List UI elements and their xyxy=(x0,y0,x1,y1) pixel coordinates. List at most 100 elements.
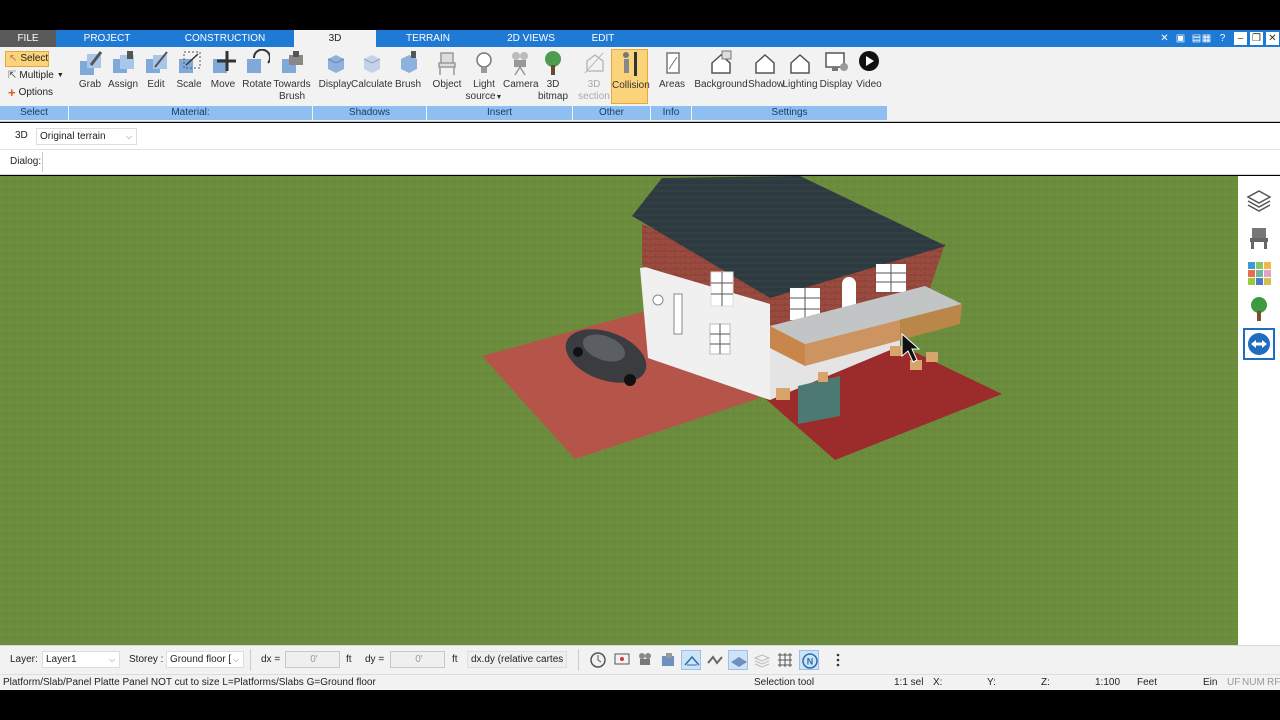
roof-icon[interactable] xyxy=(681,650,701,670)
objects-icon[interactable] xyxy=(658,650,678,670)
grab-label: Grab xyxy=(78,79,102,90)
light-label: Light xyxy=(473,79,495,90)
move-icon xyxy=(213,51,236,73)
insert-group: Object Light source▼ Camera 3D bitmap In… xyxy=(427,47,572,122)
hatch-icon[interactable] xyxy=(705,650,725,670)
move-button[interactable]: Move xyxy=(207,49,239,91)
patio-chair[interactable] xyxy=(818,372,828,382)
3d-scene[interactable] xyxy=(0,176,1238,645)
view-mode-label: 3D xyxy=(15,130,28,141)
dx-input[interactable]: 0' xyxy=(285,651,340,668)
dx-label: dx = xyxy=(261,654,281,665)
tab-terrain[interactable]: TERRAIN xyxy=(378,30,478,47)
tab-file[interactable]: FILE xyxy=(0,30,56,47)
rotate-icon xyxy=(247,49,270,73)
display-settings-button[interactable]: Display xyxy=(818,49,854,91)
lighting-button[interactable]: Lighting xyxy=(782,49,818,91)
restore-icon[interactable]: ❐ xyxy=(1250,32,1263,45)
clock-icon[interactable] xyxy=(588,650,608,670)
multiple-button[interactable]: ⇱ Multiple ▼ xyxy=(5,68,64,84)
object-button[interactable]: Object xyxy=(431,49,463,91)
shadow-display-label: Display xyxy=(318,79,352,90)
dy-input[interactable]: 0' xyxy=(390,651,445,668)
3d-viewport[interactable] xyxy=(0,176,1238,645)
patio-chair[interactable] xyxy=(910,360,922,370)
source-label: source xyxy=(465,91,496,102)
patio-chair[interactable] xyxy=(776,388,790,400)
status-selection: 1:1 sel xyxy=(894,677,924,688)
terrain-select[interactable]: Original terrain ⌵ xyxy=(36,128,137,145)
edit-button[interactable]: Edit xyxy=(141,49,171,91)
chair-icon[interactable] xyxy=(1246,224,1272,250)
light-source-button[interactable]: Light source▼ xyxy=(465,49,503,104)
storey-select[interactable]: Ground floor [ ⌵ xyxy=(166,651,244,668)
rotate-button[interactable]: Rotate xyxy=(241,49,273,91)
screen-icon[interactable] xyxy=(612,650,632,670)
more-options-icon[interactable] xyxy=(828,650,848,670)
close-icon[interactable]: ✕ xyxy=(1266,32,1279,45)
help-icon[interactable]: ? xyxy=(1216,32,1229,45)
slab-icon[interactable] xyxy=(728,650,748,670)
north-icon[interactable]: N xyxy=(799,650,819,670)
status-ein: Ein xyxy=(1203,677,1218,688)
layers-stack-icon[interactable] xyxy=(752,650,772,670)
grab-button[interactable]: Grab xyxy=(75,49,105,91)
window-bottom-black-bar xyxy=(0,690,1280,720)
calculate-button[interactable]: Calculate xyxy=(351,49,393,91)
status-tool: Selection tool xyxy=(754,677,815,688)
teamviewer-icon[interactable] xyxy=(1243,328,1275,360)
box-icon[interactable]: ▣ xyxy=(1174,32,1187,45)
shadow-display-button[interactable]: Display xyxy=(317,49,353,91)
chair-icon xyxy=(438,52,456,75)
layer-select[interactable]: Layer1 ⌵ xyxy=(42,651,120,668)
tab-construction[interactable]: CONSTRUCTION xyxy=(158,30,292,47)
status-unit: Feet xyxy=(1137,677,1158,688)
background-button[interactable]: Background xyxy=(694,49,748,91)
minimize-icon[interactable]: – xyxy=(1234,32,1247,45)
tab-project[interactable]: PROJECT xyxy=(56,30,158,47)
dy-unit: ft xyxy=(452,654,458,665)
dy-label: dy = xyxy=(365,654,385,665)
grid-icon[interactable] xyxy=(775,650,795,670)
3d-bitmap-button[interactable]: 3D bitmap xyxy=(537,49,569,103)
divider xyxy=(250,649,251,671)
window-top-black-bar xyxy=(0,0,1280,30)
bottom-toolbar: Layer: Layer1 ⌵ Storey : Ground floor [ … xyxy=(0,645,1280,674)
collision-button[interactable]: Collision xyxy=(611,49,650,104)
camera-button[interactable]: Camera xyxy=(503,49,539,91)
tab-2d-views[interactable]: 2D VIEWS xyxy=(480,30,582,47)
video-button[interactable]: Video xyxy=(854,49,884,91)
tools-icon[interactable]: ✕ xyxy=(1158,32,1171,45)
assign-button[interactable]: Assign xyxy=(107,49,139,91)
shadow-brush-button[interactable]: Brush xyxy=(393,49,423,91)
section-3d-label: 3D xyxy=(587,79,601,90)
areas-button[interactable]: Areas xyxy=(655,49,689,91)
coord-mode-value: dx.dy (relative cartes xyxy=(471,654,564,665)
status-uf: UF xyxy=(1227,677,1241,688)
layout-icon[interactable]: ▦ xyxy=(1200,32,1213,45)
dx-unit: ft xyxy=(346,654,352,665)
camera-icon[interactable] xyxy=(635,650,655,670)
3d-section-button[interactable]: 3D section xyxy=(577,49,611,103)
patio-chair[interactable] xyxy=(926,352,938,362)
dialog-label: Dialog: xyxy=(10,156,42,167)
door-window xyxy=(673,293,683,335)
towards-brush-button[interactable]: Towards Brush xyxy=(273,49,311,103)
patio-chair[interactable] xyxy=(890,346,902,356)
cursor-icon: ↖ xyxy=(9,53,18,64)
select-group: ↖ Select ⇱ Multiple ▼ + Options Select xyxy=(0,47,68,122)
tree-icon[interactable] xyxy=(1246,296,1272,322)
options-button[interactable]: + Options xyxy=(5,85,53,101)
material-group: Grab Assign Edit Scale Move Rotate Towar… xyxy=(69,47,312,122)
tab-edit[interactable]: EDIT xyxy=(582,30,624,47)
coord-mode-select[interactable]: dx.dy (relative cartes ⌵ xyxy=(467,651,567,668)
select-button[interactable]: ↖ Select xyxy=(5,51,49,67)
shadow-button[interactable]: Shadow xyxy=(748,49,784,91)
terrain-select-value: Original terrain xyxy=(40,131,106,142)
tab-3d[interactable]: 3D xyxy=(294,30,376,47)
layers-icon[interactable] xyxy=(1246,188,1272,214)
scale-button[interactable]: Scale xyxy=(173,49,205,91)
bitmap-3d-label: 3D xyxy=(546,79,560,90)
materials-icon[interactable] xyxy=(1246,260,1272,286)
layer-label: Layer: xyxy=(10,654,38,665)
